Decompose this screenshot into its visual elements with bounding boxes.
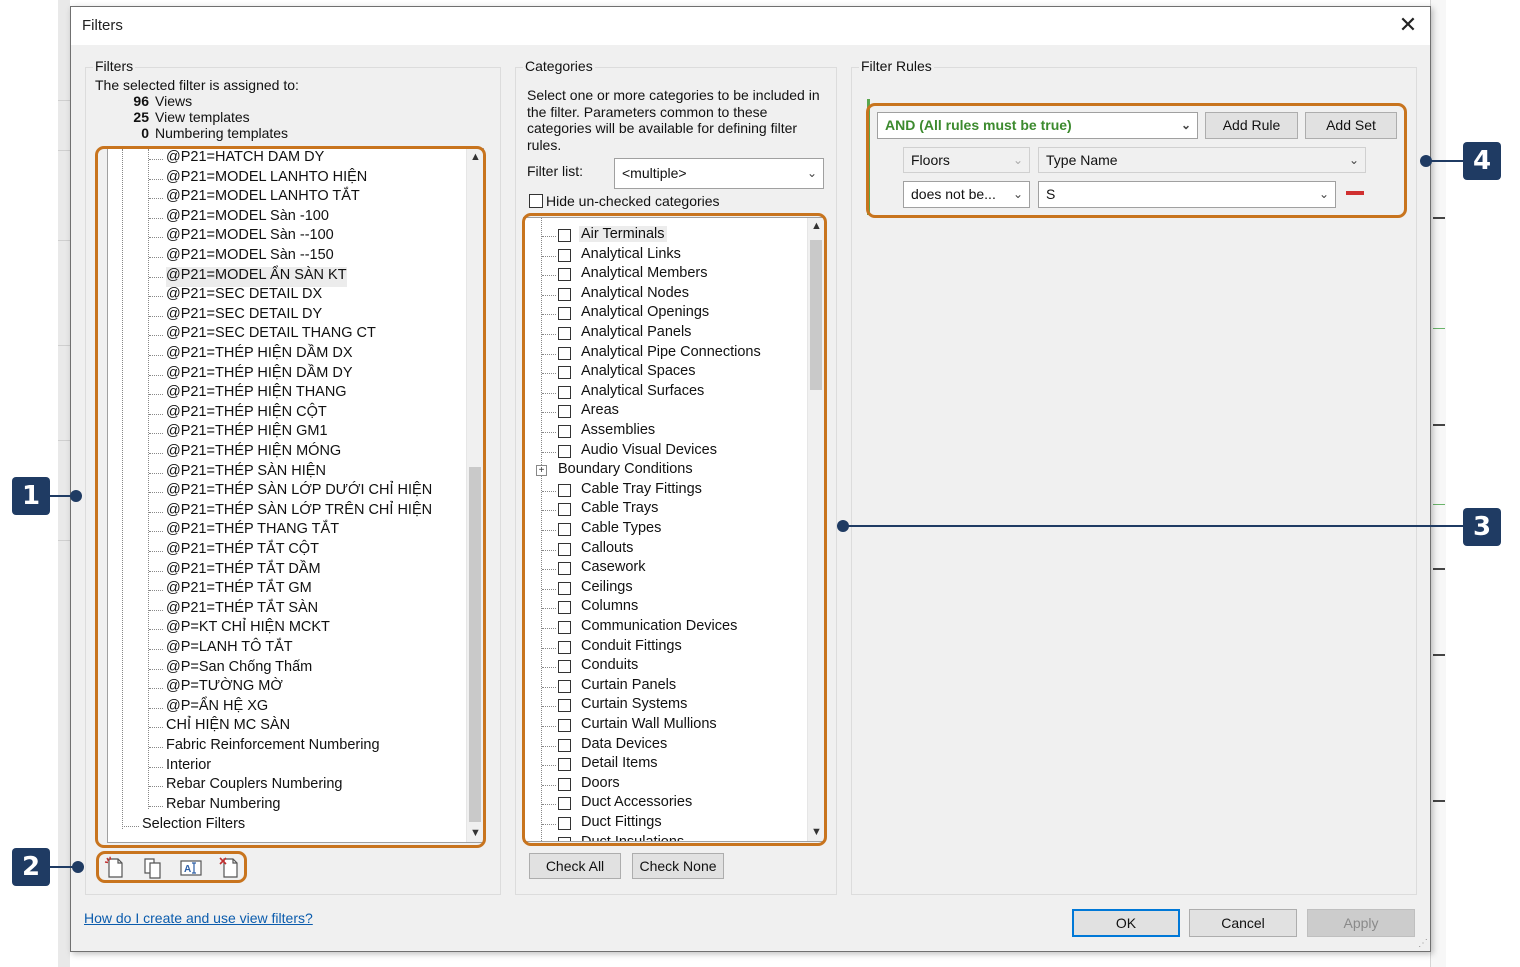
numbering-label: Numbering templates (155, 125, 289, 141)
callout-line (50, 866, 76, 868)
highlight-filter-tree (95, 146, 486, 848)
templates-count-row: 25 View templates (129, 109, 250, 125)
views-count-row: 96 Views (129, 93, 192, 109)
dialog-title: Filters (82, 17, 123, 34)
templates-label: View templates (155, 109, 250, 125)
callout-badge-4: 4 (1463, 142, 1501, 180)
callout-badge-3: 3 (1463, 508, 1501, 546)
resize-grip-icon[interactable]: ⋰ (1418, 938, 1428, 949)
help-link[interactable]: How do I create and use view filters? (84, 910, 313, 926)
numbering-count-row: 0 Numbering templates (129, 125, 288, 141)
hide-unchecked-checkbox[interactable] (529, 194, 543, 208)
callout-line (843, 525, 1465, 527)
filter-list-dropdown[interactable]: <multiple> ⌄ (614, 158, 824, 189)
views-count: 96 (133, 93, 149, 109)
filters-group-label: Filters (93, 58, 136, 74)
callout-badge-2: 2 (12, 848, 50, 886)
check-none-button[interactable]: Check None (632, 853, 724, 879)
views-label: Views (155, 93, 193, 109)
apply-button[interactable]: Apply (1307, 909, 1415, 937)
callout-line (1426, 160, 1466, 162)
close-button[interactable]: ✕ (1394, 11, 1422, 39)
background-left-panel (58, 0, 70, 967)
title-bar: Filters ✕ (71, 7, 1430, 45)
cancel-button[interactable]: Cancel (1189, 909, 1297, 937)
callout-badge-1: 1 (12, 477, 50, 515)
callout-line (50, 495, 74, 497)
check-all-button[interactable]: Check All (529, 853, 621, 879)
templates-count: 25 (133, 109, 149, 125)
filter-rules-group-label: Filter Rules (859, 58, 934, 74)
chevron-down-icon: ⌄ (806, 166, 817, 180)
numbering-count: 0 (141, 125, 149, 141)
ok-button[interactable]: OK (1072, 909, 1180, 937)
highlight-filter-toolbar (96, 851, 247, 883)
categories-description: Select one or more categories to be incl… (527, 87, 820, 153)
background-right-panel (1430, 0, 1446, 967)
highlight-filter-rules (866, 103, 1407, 218)
filter-list-label: Filter list: (527, 163, 583, 179)
hide-unchecked-label: Hide un-checked categories (546, 193, 720, 209)
filter-list-value: <multiple> (622, 165, 687, 181)
categories-group-label: Categories (523, 58, 595, 74)
highlight-categories (522, 213, 827, 846)
assigned-label: The selected filter is assigned to: (95, 77, 299, 93)
